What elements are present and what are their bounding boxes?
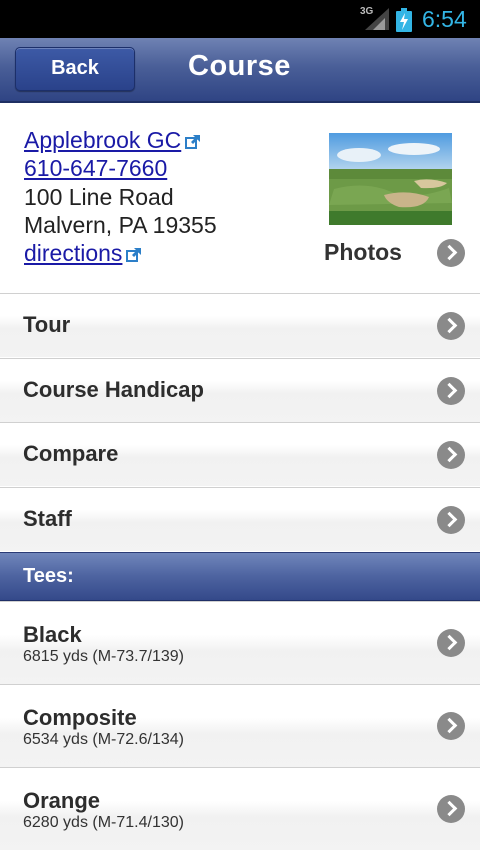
- address-line-1: 100 Line Road: [24, 184, 174, 210]
- external-link-icon: [185, 134, 201, 149]
- course-info: Applebrook GC 610-647-7660 100 Line Road…: [0, 103, 480, 293]
- chevron-right-icon: [437, 441, 465, 469]
- tee-detail: 6815 yds (M-73.7/139): [23, 648, 184, 665]
- chevron-right-icon: [437, 712, 465, 740]
- menu-item-staff[interactable]: Staff: [0, 487, 480, 551]
- menu-item-compare[interactable]: Compare: [0, 422, 480, 486]
- tees-section-header: Tees:: [0, 552, 480, 602]
- tee-detail: 6280 yds (M-71.4/130): [23, 814, 184, 831]
- menu-item-tour[interactable]: Tour: [0, 293, 480, 357]
- tee-row-composite[interactable]: Composite 6534 yds (M-72.6/134): [0, 684, 480, 767]
- chevron-right-icon: [437, 629, 465, 657]
- status-bar: 3G 6:54: [0, 0, 480, 38]
- back-button[interactable]: Back: [15, 47, 135, 91]
- directions-link[interactable]: directions: [24, 240, 122, 266]
- menu-item-course-handicap[interactable]: Course Handicap: [0, 358, 480, 422]
- chevron-right-icon: [437, 377, 465, 405]
- menu-item-label: Staff: [23, 506, 72, 531]
- clock: 6:54: [422, 6, 467, 32]
- battery-charging-icon: [396, 8, 412, 32]
- course-name-line: Applebrook GC: [24, 127, 201, 154]
- phone-link[interactable]: 610-647-7660: [24, 155, 167, 181]
- phone-line: 610-647-7660: [24, 155, 167, 182]
- course-photo-thumbnail[interactable]: [329, 133, 452, 225]
- page-title: Course: [188, 50, 291, 82]
- course-name-link[interactable]: Applebrook GC: [24, 127, 181, 153]
- tee-name: Black: [23, 622, 82, 647]
- tee-detail: 6534 yds (M-72.6/134): [23, 731, 184, 748]
- signal-icon: [365, 8, 389, 30]
- photos-label[interactable]: Photos: [324, 239, 402, 266]
- address-line-2: Malvern, PA 19355: [24, 212, 217, 238]
- menu-item-label: Compare: [23, 441, 119, 466]
- tee-name: Composite: [23, 705, 137, 730]
- chevron-right-icon: [437, 312, 465, 340]
- section-title: Tees:: [23, 565, 74, 587]
- tee-name: Orange: [23, 788, 101, 813]
- chevron-right-icon: [437, 795, 465, 823]
- title-bar: Back Course: [0, 38, 480, 103]
- photos-chevron-icon[interactable]: [437, 239, 465, 267]
- chevron-right-icon: [437, 506, 465, 534]
- menu-item-label: Tour: [23, 312, 71, 337]
- external-link-icon: [126, 247, 142, 262]
- tee-row-black[interactable]: Black 6815 yds (M-73.7/139): [0, 601, 480, 684]
- tee-row-orange[interactable]: Orange 6280 yds (M-71.4/130): [0, 767, 480, 850]
- directions-line: directions: [24, 240, 142, 267]
- menu-item-label: Course Handicap: [23, 377, 204, 402]
